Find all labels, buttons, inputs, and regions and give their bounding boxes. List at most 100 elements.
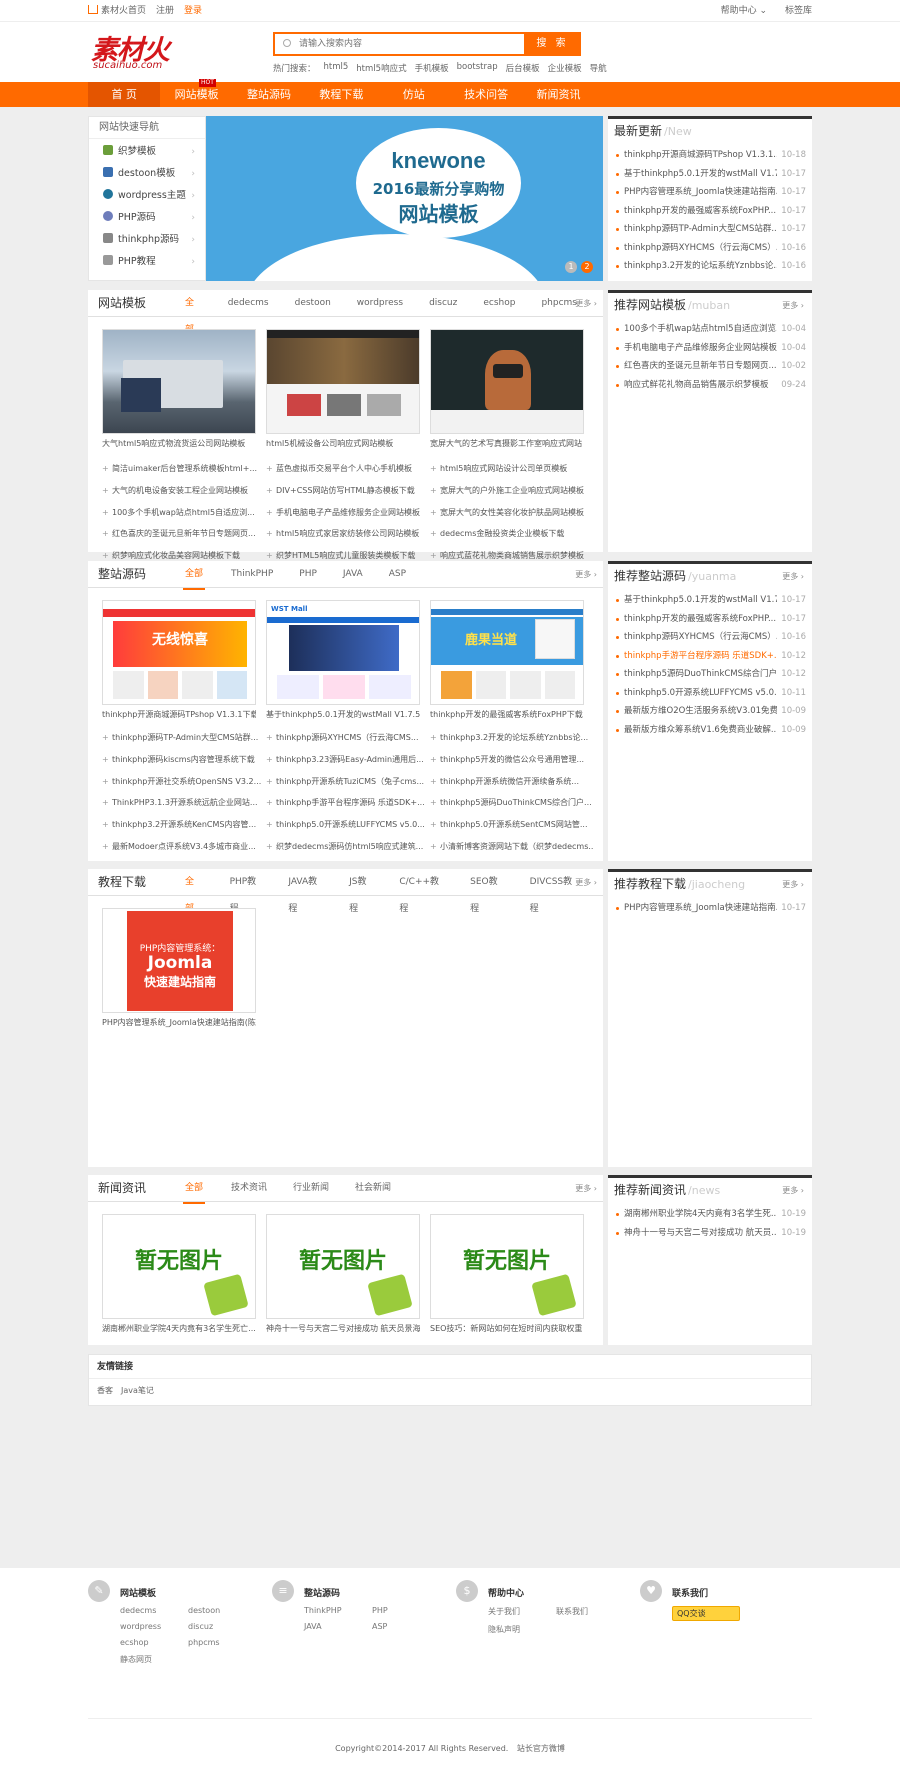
nav-item-source[interactable]: 整站源码 [233,82,305,107]
hot-word[interactable]: html5 [324,62,349,74]
list-item[interactable]: thinkphp手游平台程序源码 乐道SDK+... 10-12 [616,646,806,665]
more-link[interactable]: 更多 › [575,290,597,317]
list-item[interactable]: thinkphp手游平台程序源码 乐道SDK+... [266,792,430,814]
list-item[interactable]: thinkphp源码XYHCMS（行云海CMS）... 10-16 [616,628,806,647]
more-link[interactable]: 更多 › [575,1175,597,1202]
quick-nav-item[interactable]: PHP源码 › [103,207,205,229]
list-item[interactable]: thinkphp源码TP-Admin大型CMS站群... [102,727,266,749]
hot-word[interactable]: 企业模板 [548,62,582,74]
list-item[interactable]: 基于thinkphp5.0.1开发的wstMall V1.7... 10-17 [616,164,806,183]
list-item[interactable]: thinkphp开源系统TuziCMS（兔子cms... [266,771,430,793]
tab-2[interactable]: 行业新闻 [293,1175,329,1204]
footer-link[interactable]: discuz [188,1622,256,1631]
hot-word[interactable]: 导航 [590,62,607,74]
more-link[interactable]: 更多 › [575,869,597,896]
list-item[interactable]: thinkphp源码XYHCMS（行云海CMS... [266,727,430,749]
list-item[interactable]: thinkphp源码TP-Admin大型CMS站群... 10-17 [616,220,806,239]
news-card[interactable]: 暂无图片 SEO技巧：新网站如何在短时间内获取权重 [430,1214,584,1334]
footer-link[interactable]: 隐私声明 [488,1624,556,1635]
tab-1[interactable]: 技术资讯 [231,1175,267,1204]
quick-nav-item[interactable]: destoon模板 › [103,163,205,185]
qq-chat-button[interactable]: QQ交谈 [672,1606,740,1621]
tutorial-card[interactable]: PHP内容管理系统： Joomla 快速建站指南 PHP内容管理系统_Jooml… [102,908,256,1028]
list-item[interactable]: 红色喜庆的圣诞元旦新年节日专题网页... 10-02 [616,357,806,376]
tab-0[interactable]: 全部 [183,1175,206,1204]
list-item[interactable]: 神舟十一号与天宫二号对接成功 航天员... 10-19 [616,1223,806,1242]
footer-link[interactable]: ecshop [120,1638,188,1647]
list-item[interactable]: thinkphp3.2开源系统KenCMS内容管... [102,814,266,836]
list-item[interactable]: thinkphp3.2开发的论坛系统Yznbbs论... 10-16 [616,257,806,276]
footer-link[interactable]: ASP [372,1622,440,1631]
tab-4[interactable]: ASP [389,561,406,590]
footer-link[interactable]: PHP [372,1606,440,1615]
search-button[interactable]: 搜 索 [524,32,581,56]
footer-link[interactable]: dedecms [120,1606,188,1615]
list-item[interactable]: 红色喜庆的圣诞元旦新年节日专题网页... [102,523,266,545]
source-card[interactable]: 无线惊喜 thinkphp开源商城源码TPshop V1.3.1下载 [102,600,256,720]
more-link[interactable]: 更多 › [782,872,804,897]
nav-item-templates[interactable]: 网站模板 [160,82,232,107]
template-card[interactable]: html5机械设备公司响应式网站模板 [266,329,420,449]
nav-item-qa[interactable]: 技术问答 [450,82,522,107]
list-item[interactable]: thinkphp源码kiscms内容管理系统下载 [102,749,266,771]
list-item[interactable]: 最新版方维众筹系统V1.6免费商业破解... 10-09 [616,720,806,739]
banner-page-dot[interactable]: 1 [565,261,577,273]
list-item[interactable]: 最新版方维O2O生活服务系统V3.01免费... 10-09 [616,702,806,721]
nav-item-tutorials[interactable]: 教程下载 [305,82,377,107]
template-card[interactable]: 宽屏大气的艺术写真摄影工作室响应式网站 [430,329,584,449]
tab-3[interactable]: JAVA [343,561,363,590]
list-item[interactable]: thinkphp开发的最强威客系统FoxPHP... 10-17 [616,201,806,220]
list-item[interactable]: PHP内容管理系统_Joomla快速建站指南... 10-17 [616,899,806,918]
tab-3[interactable]: JS教程 [349,869,373,925]
bookmark-link[interactable]: 标签库 [785,0,812,22]
more-link[interactable]: 更多 › [782,1178,804,1203]
list-item[interactable]: 小清新博客资源网站下载（织梦dedecms... [430,836,594,858]
tab-5[interactable]: SEO教程 [470,869,504,925]
footer-link[interactable]: destoon [188,1606,256,1615]
list-item[interactable]: thinkphp3.2开发的论坛系统Yznbbs论... [430,727,594,749]
footer-link[interactable]: 联系我们 [556,1606,624,1617]
list-item[interactable]: 大气的机电设备安装工程企业网站模板 [102,480,266,502]
template-card[interactable]: 大气html5响应式物流货运公司网站模板 [102,329,256,449]
nav-item-clone[interactable]: 仿站 [378,82,450,107]
list-item[interactable]: PHP内容管理系统_Joomla快速建站指南... 10-17 [616,183,806,202]
quick-nav-item[interactable]: thinkphp源码 › [103,229,205,251]
list-item[interactable]: 100多个手机wap站点html5自适应浏览... 10-04 [616,320,806,339]
quick-nav-item[interactable]: wordpress主题 › [103,185,205,207]
help-center-link[interactable]: 帮助中心 ⌄ [721,0,767,22]
list-item[interactable]: ThinkPHP3.1.3开源系统远航企业网站... [102,792,266,814]
news-card[interactable]: 暂无图片 神舟十一号与天宫二号对接成功 航天员景海 [266,1214,420,1334]
footer-link[interactable]: 静态网页 [120,1654,188,1665]
login-link[interactable]: 登录 [184,0,202,22]
friend-link[interactable]: 香客 [97,1379,113,1403]
list-item[interactable]: 宽屏大气的女性美容化妆护肤品网站模板 [430,502,594,524]
tab-1[interactable]: ThinkPHP [231,561,273,590]
footer-link[interactable]: JAVA [304,1622,372,1631]
list-item[interactable]: thinkphp5源码DuoThinkCMS综合门户... [430,792,594,814]
list-item[interactable]: thinkphp5.0开源系统SentCMS网站管... [430,814,594,836]
footer-link[interactable]: phpcms [188,1638,256,1647]
more-link[interactable]: 更多 › [782,293,804,318]
list-item[interactable]: 手机电脑电子产品维修服务企业网站模板 10-04 [616,338,806,357]
list-item[interactable]: 基于thinkphp5.0.1开发的wstMall V1.7... 10-17 [616,591,806,610]
footer-link[interactable]: ThinkPHP [304,1606,372,1615]
register-link[interactable]: 注册 [156,0,174,22]
news-card[interactable]: 暂无图片 湖南郴州职业学院4天内竟有3名学生死亡... [102,1214,256,1334]
list-item[interactable]: 100多个手机wap站点html5自适应浏... [102,502,266,524]
list-item[interactable]: 最新Modoer点评系统V3.4多城市商业... [102,836,266,858]
source-card[interactable]: WST Mall 基于thinkphp5.0.1开发的wstMall V1.7.… [266,600,420,720]
tab-3[interactable]: 社会新闻 [355,1175,391,1204]
list-item[interactable]: html5响应式家居家纺装修公司网站模板 [266,523,430,545]
list-item[interactable]: 湖南郴州职业学院4天内竟有3名学生死... 10-19 [616,1205,806,1224]
source-card[interactable]: 鹿果当道 thinkphp开发的最强威客系统FoxPHP下载 [430,600,584,720]
tab-6[interactable]: DIVCSS教程 [530,869,577,925]
tab-0[interactable]: 全部 [183,561,206,590]
hot-word[interactable]: html5响应式 [356,62,406,74]
list-item[interactable]: thinkphp3.23源码Easy-Admin通用后... [266,749,430,771]
list-item[interactable]: thinkphp5开发的微信公众号通用管理... [430,749,594,771]
nav-item-news[interactable]: 新闻资讯 [522,82,594,107]
list-item[interactable]: DIV+CSS网站仿写HTML静态模板下载 [266,480,430,502]
hot-word[interactable]: 后台模板 [506,62,540,74]
list-item[interactable]: thinkphp开源系统微信开源续备系统... [430,771,594,793]
hot-word[interactable]: bootstrap [457,62,498,74]
